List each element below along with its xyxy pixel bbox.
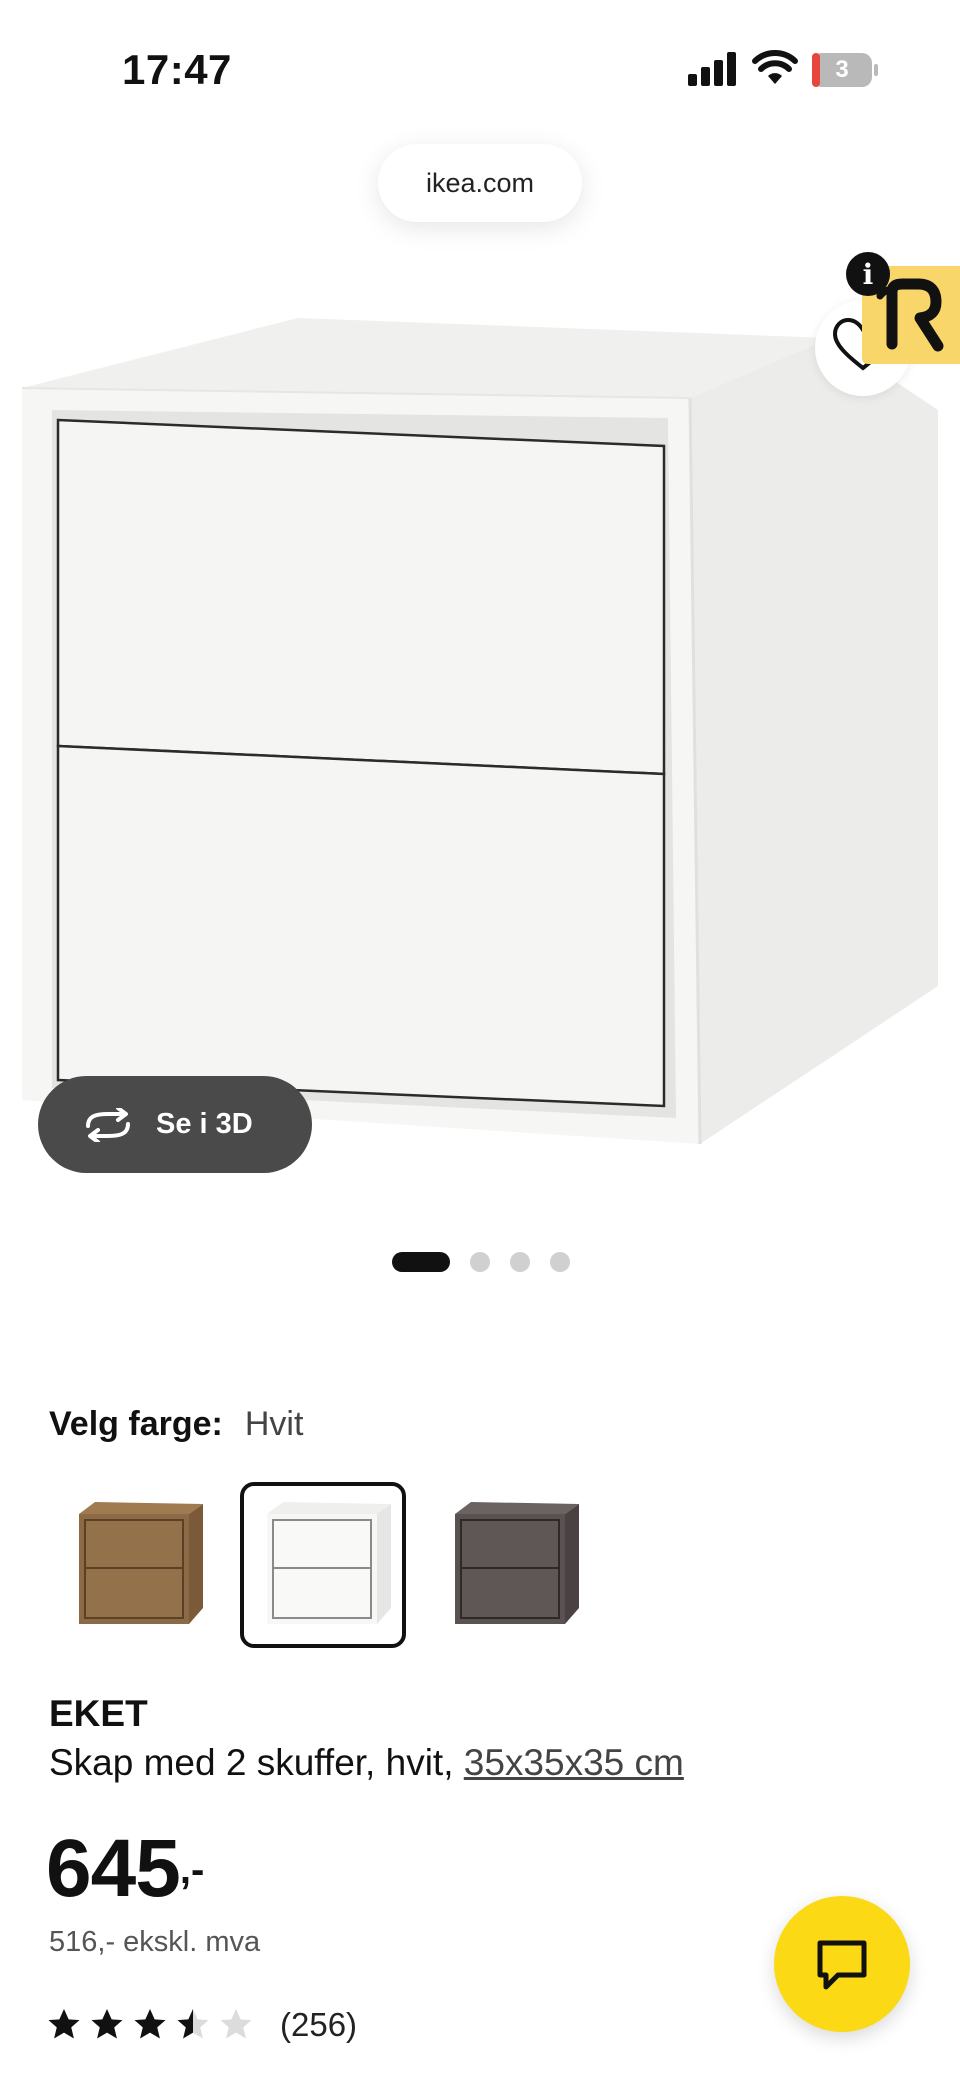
- cellular-signal-icon: [688, 52, 736, 86]
- chat-icon: [817, 1940, 867, 1990]
- cabinet-thumbnail: [79, 1502, 203, 1624]
- carousel-dot-1[interactable]: [392, 1252, 450, 1272]
- cabinet-thumbnail: [267, 1502, 391, 1624]
- product-name: EKET: [49, 1693, 148, 1734]
- carousel-dot-4[interactable]: [550, 1252, 570, 1272]
- product-image[interactable]: [0, 300, 960, 1180]
- selected-color-name: Hvit: [244, 1405, 304, 1443]
- wifi-icon: [752, 50, 798, 84]
- address-bar[interactable]: ikea.com: [378, 144, 582, 222]
- review-count[interactable]: (256): [280, 2006, 357, 2044]
- product-dimensions-link[interactable]: 35x35x35 cm: [464, 1742, 684, 1783]
- color-swatch-dark-grey[interactable]: [428, 1482, 594, 1648]
- price-amount: 645: [46, 1823, 181, 1914]
- color-selector-label: Velg farge:: [49, 1405, 223, 1443]
- battery-icon: 3: [812, 53, 878, 87]
- star-icon: [91, 2009, 123, 2039]
- carousel-dot-3[interactable]: [510, 1252, 530, 1272]
- product-description-text: Skap med 2 skuffer, hvit,: [49, 1742, 464, 1783]
- chat-button[interactable]: [774, 1896, 910, 2032]
- carousel-indicator[interactable]: [392, 1250, 570, 1274]
- star-icon: [177, 2009, 209, 2039]
- battery-level: 3: [835, 56, 849, 83]
- product-description: Skap med 2 skuffer, hvit, 35x35x35 cm: [49, 1742, 684, 1784]
- price: 645 ,-: [46, 1822, 204, 1916]
- price-excluding-vat: 516,- ekskl. mva: [49, 1926, 261, 1958]
- star-icon: [220, 2009, 252, 2039]
- view-in-3d-label: Se i 3D: [156, 1108, 253, 1140]
- rotate-3d-icon: [86, 1107, 130, 1142]
- star-icon: [134, 2009, 166, 2039]
- rating-stars[interactable]: [47, 2008, 253, 2040]
- info-icon[interactable]: i: [846, 252, 890, 296]
- cabinet-thumbnail: [455, 1502, 579, 1624]
- star-icon: [48, 2009, 80, 2039]
- color-swatch-white-selected[interactable]: [240, 1482, 406, 1648]
- status-time: 17:47: [122, 46, 232, 93]
- price-suffix: ,-: [179, 1848, 205, 1892]
- view-in-3d-button[interactable]: Se i 3D: [38, 1076, 312, 1173]
- carousel-dot-2[interactable]: [470, 1252, 490, 1272]
- color-selector-header: Velg farge: Hvit: [49, 1405, 303, 1444]
- color-swatch-walnut[interactable]: [52, 1482, 218, 1648]
